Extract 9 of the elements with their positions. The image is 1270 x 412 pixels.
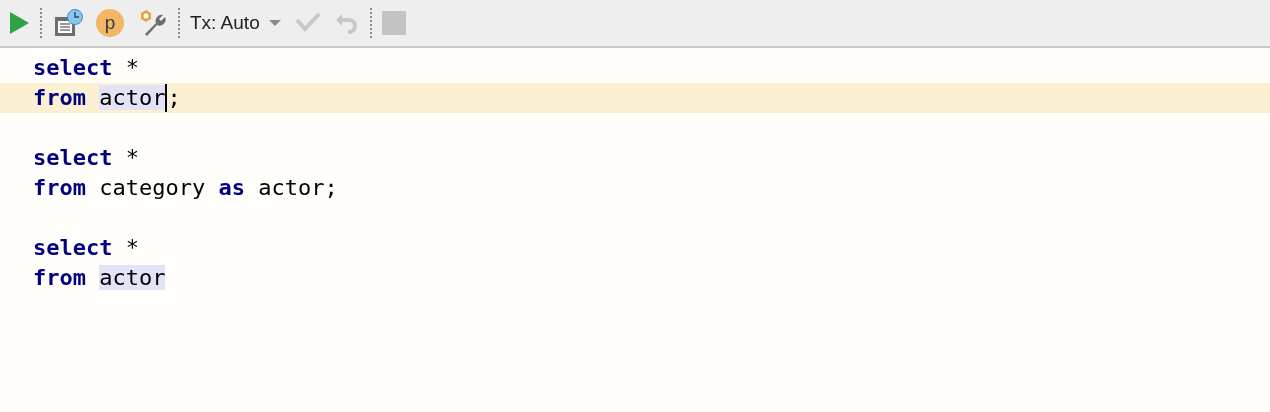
code-editor[interactable]: select * from actor; select * from category as actor; select * from actor — [0, 48, 1270, 293]
code-line: from category as actor; — [33, 174, 338, 202]
code-line: select * — [33, 144, 139, 172]
code-line: select * — [33, 234, 139, 262]
code-line: from actor; — [33, 84, 181, 112]
caret-icon — [267, 19, 282, 27]
code-line: from actor — [33, 264, 166, 292]
code-line: select * — [33, 54, 139, 82]
transaction-mode-dropdown[interactable]: Tx: Auto — [186, 10, 286, 36]
